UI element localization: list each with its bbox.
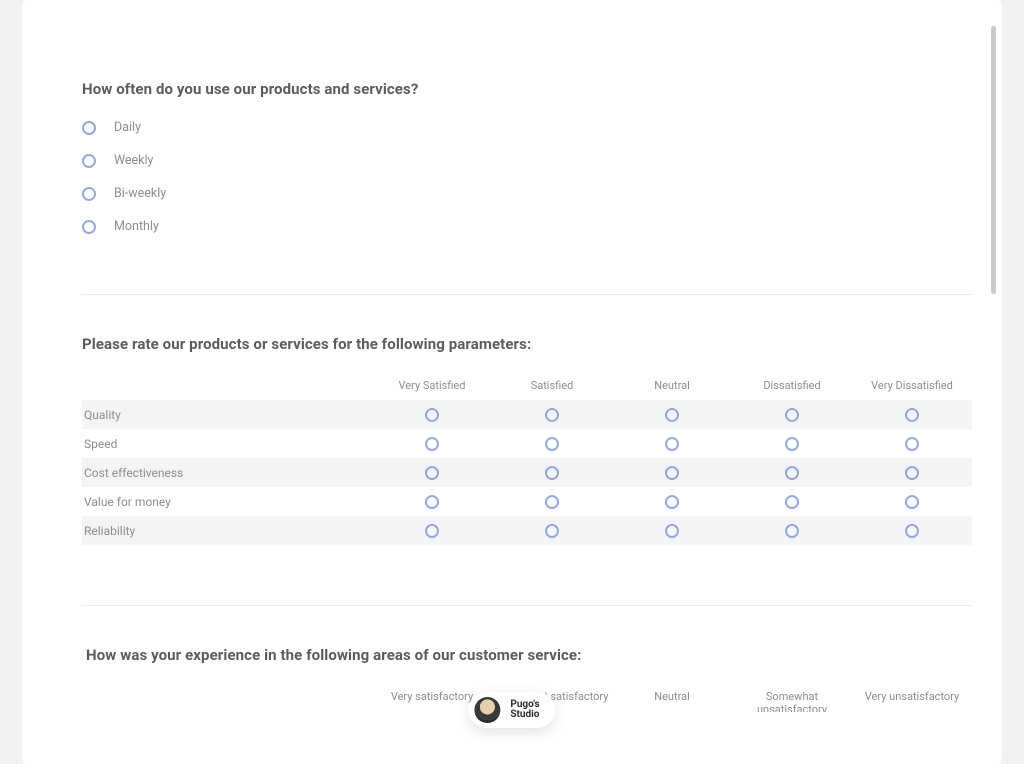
option-label: Daily: [114, 120, 141, 135]
radio-icon[interactable]: [665, 408, 679, 422]
radio-icon[interactable]: [905, 524, 919, 538]
badge-line2: Studio: [510, 710, 539, 721]
column-header: Very Dissatisfied: [852, 379, 972, 392]
question-heading: How was your experience in the following…: [82, 646, 982, 664]
avatar-icon: [474, 697, 500, 723]
row-label: Quality: [82, 408, 372, 422]
row-label: Reliability: [82, 524, 372, 538]
radio-icon[interactable]: [82, 121, 96, 135]
section-divider: [82, 605, 972, 606]
radio-icon[interactable]: [82, 154, 96, 168]
column-header: Somewhat unsatisfactory: [732, 690, 852, 712]
radio-icon[interactable]: [425, 408, 439, 422]
column-header: Very unsatisfactory: [852, 690, 972, 712]
column-header: Neutral: [612, 379, 732, 392]
survey-scroll-region: How often do you use our products and se…: [82, 22, 982, 712]
radio-icon[interactable]: [905, 408, 919, 422]
radio-icon[interactable]: [785, 495, 799, 509]
radio-icon[interactable]: [785, 408, 799, 422]
column-header: Dissatisfied: [732, 379, 852, 392]
question-product-rating-matrix: Please rate our products or services for…: [82, 335, 982, 545]
matrix-header-row: Very Satisfied Satisfied Neutral Dissati…: [82, 375, 972, 400]
matrix-row: Speed: [82, 429, 972, 458]
option-label: Monthly: [114, 219, 159, 234]
badge-text: Pugo's Studio: [510, 700, 539, 721]
radio-icon[interactable]: [425, 466, 439, 480]
option-monthly[interactable]: Monthly: [82, 219, 982, 234]
radio-icon[interactable]: [545, 437, 559, 451]
question-heading: Please rate our products or services for…: [82, 335, 982, 353]
row-label: Cost effectiveness: [82, 466, 372, 480]
option-daily[interactable]: Daily: [82, 120, 982, 135]
option-weekly[interactable]: Weekly: [82, 153, 982, 168]
radio-icon[interactable]: [665, 466, 679, 480]
radio-icon[interactable]: [545, 408, 559, 422]
column-header: Very Satisfied: [372, 379, 492, 392]
section-divider: [82, 294, 972, 295]
radio-icon[interactable]: [785, 466, 799, 480]
question-heading: How often do you use our products and se…: [82, 80, 982, 98]
survey-card: How often do you use our products and se…: [22, 0, 1002, 764]
radio-icon[interactable]: [665, 437, 679, 451]
radio-icon[interactable]: [545, 466, 559, 480]
option-label: Bi-weekly: [114, 186, 166, 201]
radio-icon[interactable]: [905, 495, 919, 509]
radio-icon[interactable]: [425, 495, 439, 509]
question-usage-frequency: How often do you use our products and se…: [82, 22, 982, 234]
radio-icon[interactable]: [665, 495, 679, 509]
radio-icon[interactable]: [785, 524, 799, 538]
radio-icon[interactable]: [82, 187, 96, 201]
column-header: Neutral: [612, 690, 732, 712]
radio-icon[interactable]: [545, 524, 559, 538]
radio-icon[interactable]: [905, 466, 919, 480]
radio-icon[interactable]: [545, 495, 559, 509]
row-label: Value for money: [82, 495, 372, 509]
column-header: Satisfied: [492, 379, 612, 392]
radio-icon[interactable]: [905, 437, 919, 451]
matrix-row: Reliability: [82, 516, 972, 545]
matrix-row: Quality: [82, 400, 972, 429]
radio-icon[interactable]: [82, 220, 96, 234]
pugos-studio-badge[interactable]: Pugo's Studio: [468, 692, 555, 728]
radio-icon[interactable]: [785, 437, 799, 451]
scrollbar-thumb[interactable]: [991, 26, 996, 294]
option-label: Weekly: [114, 153, 153, 168]
matrix-row: Value for money: [82, 487, 972, 516]
radio-icon[interactable]: [425, 437, 439, 451]
row-label: Speed: [82, 437, 372, 451]
rating-matrix: Very Satisfied Satisfied Neutral Dissati…: [82, 375, 972, 545]
option-biweekly[interactable]: Bi-weekly: [82, 186, 982, 201]
radio-icon[interactable]: [665, 524, 679, 538]
matrix-row: Cost effectiveness: [82, 458, 972, 487]
radio-icon[interactable]: [425, 524, 439, 538]
